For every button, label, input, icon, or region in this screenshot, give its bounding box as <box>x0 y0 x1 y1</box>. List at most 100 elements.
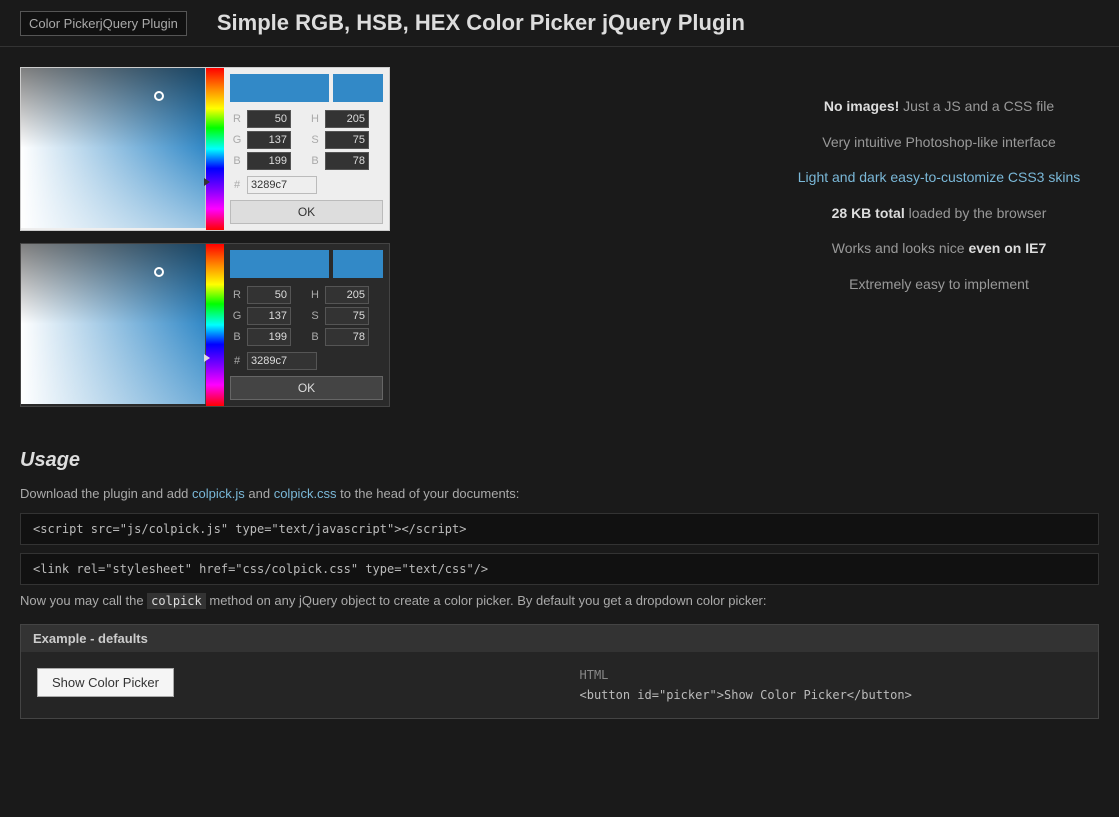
picker2-b2-group: B 78 <box>308 328 383 346</box>
picker1-new-color <box>230 74 329 102</box>
picker2-hex-label: # <box>230 355 244 367</box>
picker2-old-color <box>333 250 383 278</box>
show-color-picker-button[interactable]: Show Color Picker <box>37 668 174 697</box>
html-code: <button id="picker">Show Color Picker</b… <box>580 688 1083 702</box>
picker1-b2-label: B <box>308 155 322 167</box>
picker2-r-group: R 50 <box>230 286 305 304</box>
picker1-preview-row <box>230 74 383 102</box>
example-body: Show Color Picker HTML <button id="picke… <box>21 652 1098 718</box>
usage-note-code: colpick <box>147 593 206 609</box>
right-section: No images! Just a JS and a CSS file Very… <box>779 67 1099 419</box>
usage-section: Usage Download the plugin and add colpic… <box>0 439 1119 749</box>
picker1-b2-group: B 78 <box>308 152 383 170</box>
picker1-ok-button[interactable]: OK <box>230 200 383 224</box>
picker1-g-group: G 137 <box>230 131 305 149</box>
picker2-hex-row: # 3289c7 <box>230 352 383 370</box>
feature-no-images: No images! Just a JS and a CSS file <box>779 97 1099 117</box>
picker2-s-group: S 75 <box>308 307 383 325</box>
colpick-js-link[interactable]: colpick.js <box>192 486 245 501</box>
picker1-h-input[interactable]: 205 <box>325 110 369 128</box>
main-container: R 50 H 205 G 137 S 75 <box>0 47 1119 439</box>
page-title: Simple RGB, HSB, HEX Color Picker jQuery… <box>217 10 745 36</box>
feature-size-strong: 28 KB total <box>832 205 905 221</box>
code-block-link: <link rel="stylesheet" href="css/colpick… <box>20 553 1099 585</box>
crosshair-1 <box>154 91 164 101</box>
usage-note: Now you may call the colpick method on a… <box>20 593 1099 608</box>
picker1-s-label: S <box>308 134 322 146</box>
picker1-r-input[interactable]: 50 <box>247 110 291 128</box>
picker1-r-label: R <box>230 113 244 125</box>
picker1-g-input[interactable]: 137 <box>247 131 291 149</box>
color-picker-1: R 50 H 205 G 137 S 75 <box>20 67 390 231</box>
picker2-new-color <box>230 250 329 278</box>
picker2-b-group: B 199 <box>230 328 305 346</box>
example-left: Show Color Picker <box>37 668 540 697</box>
feature-easy: Extremely easy to implement <box>779 275 1099 295</box>
usage-note-after: method on any jQuery object to create a … <box>206 593 767 608</box>
example-box: Example - defaults Show Color Picker HTM… <box>20 624 1099 719</box>
feature-no-images-strong: No images! <box>824 98 899 114</box>
picker2-s-label: S <box>308 310 322 322</box>
picker1-hex-input[interactable]: 3289c7 <box>247 176 317 194</box>
html-label: HTML <box>580 668 1083 682</box>
picker2-s-input[interactable]: 75 <box>325 307 369 325</box>
usage-desc-mid: and <box>245 486 274 501</box>
picker1-b2-input[interactable]: 78 <box>325 152 369 170</box>
example-right: HTML <button id="picker">Show Color Pick… <box>580 668 1083 702</box>
hue-bar-2[interactable] <box>206 244 224 406</box>
feature-ie7-before: Works and looks nice <box>832 240 969 256</box>
picker1-g-label: G <box>230 134 244 146</box>
feature-ie7: Works and looks nice even on IE7 <box>779 239 1099 259</box>
color-gradient-2[interactable] <box>21 244 206 404</box>
picker1-r-group: R 50 <box>230 110 305 128</box>
picker2-g-group: G 137 <box>230 307 305 325</box>
header-logo[interactable]: Color PickerjQuery Plugin <box>20 11 187 36</box>
usage-desc: Download the plugin and add colpick.js a… <box>20 486 1099 501</box>
picker2-g-label: G <box>230 310 244 322</box>
picker2-controls: R 50 H 205 G 137 S 75 <box>224 244 389 406</box>
picker2-hex-input[interactable]: 3289c7 <box>247 352 317 370</box>
picker2-b-input[interactable]: 199 <box>247 328 291 346</box>
picker2-h-group: H 205 <box>308 286 383 304</box>
picker2-g-input[interactable]: 137 <box>247 307 291 325</box>
feature-list: No images! Just a JS and a CSS file Very… <box>779 77 1099 315</box>
picker2-r-label: R <box>230 289 244 301</box>
example-header: Example - defaults <box>21 625 1098 652</box>
picker1-h-group: H 205 <box>308 110 383 128</box>
feature-ie7-strong: even on IE7 <box>968 240 1046 256</box>
picker2-preview-row <box>230 250 383 278</box>
picker1-old-color <box>333 74 383 102</box>
picker2-ok-button[interactable]: OK <box>230 376 383 400</box>
picker1-b-input[interactable]: 199 <box>247 152 291 170</box>
usage-note-before: Now you may call the <box>20 593 147 608</box>
picker2-r-input[interactable]: 50 <box>247 286 291 304</box>
crosshair-2 <box>154 267 164 277</box>
picker1-s-group: S 75 <box>308 131 383 149</box>
picker2-h-input[interactable]: 205 <box>325 286 369 304</box>
color-gradient-1[interactable] <box>21 68 206 228</box>
color-picker-2: R 50 H 205 G 137 S 75 <box>20 243 390 407</box>
feature-intuitive-text: Very intuitive Photoshop-like interface <box>822 134 1055 150</box>
feature-size: 28 KB total loaded by the browser <box>779 204 1099 224</box>
colpick-css-link[interactable]: colpick.css <box>274 486 337 501</box>
feature-no-images-text: Just a JS and a CSS file <box>899 98 1054 114</box>
feature-easy-text: Extremely easy to implement <box>849 276 1029 292</box>
picker2-b2-input[interactable]: 78 <box>325 328 369 346</box>
picker2-h-label: H <box>308 289 322 301</box>
picker2-inputs: R 50 H 205 G 137 S 75 <box>230 286 383 346</box>
header: Color PickerjQuery Plugin Simple RGB, HS… <box>0 0 1119 47</box>
feature-intuitive: Very intuitive Photoshop-like interface <box>779 133 1099 153</box>
usage-desc-before: Download the plugin and add <box>20 486 192 501</box>
picker2-b2-label: B <box>308 331 322 343</box>
picker1-hex-row: # 3289c7 <box>230 176 383 194</box>
picker1-s-input[interactable]: 75 <box>325 131 369 149</box>
picker2-b-label: B <box>230 331 244 343</box>
usage-title: Usage <box>20 449 1099 472</box>
picker1-b-label: B <box>230 155 244 167</box>
feature-skins: Light and dark easy-to-customize CSS3 sk… <box>779 168 1099 188</box>
left-section: R 50 H 205 G 137 S 75 <box>20 67 759 419</box>
hue-bar-1[interactable] <box>206 68 224 230</box>
code-block-script: <script src="js/colpick.js" type="text/j… <box>20 513 1099 545</box>
picker1-hex-label: # <box>230 179 244 191</box>
usage-desc-after: to the head of your documents: <box>337 486 520 501</box>
